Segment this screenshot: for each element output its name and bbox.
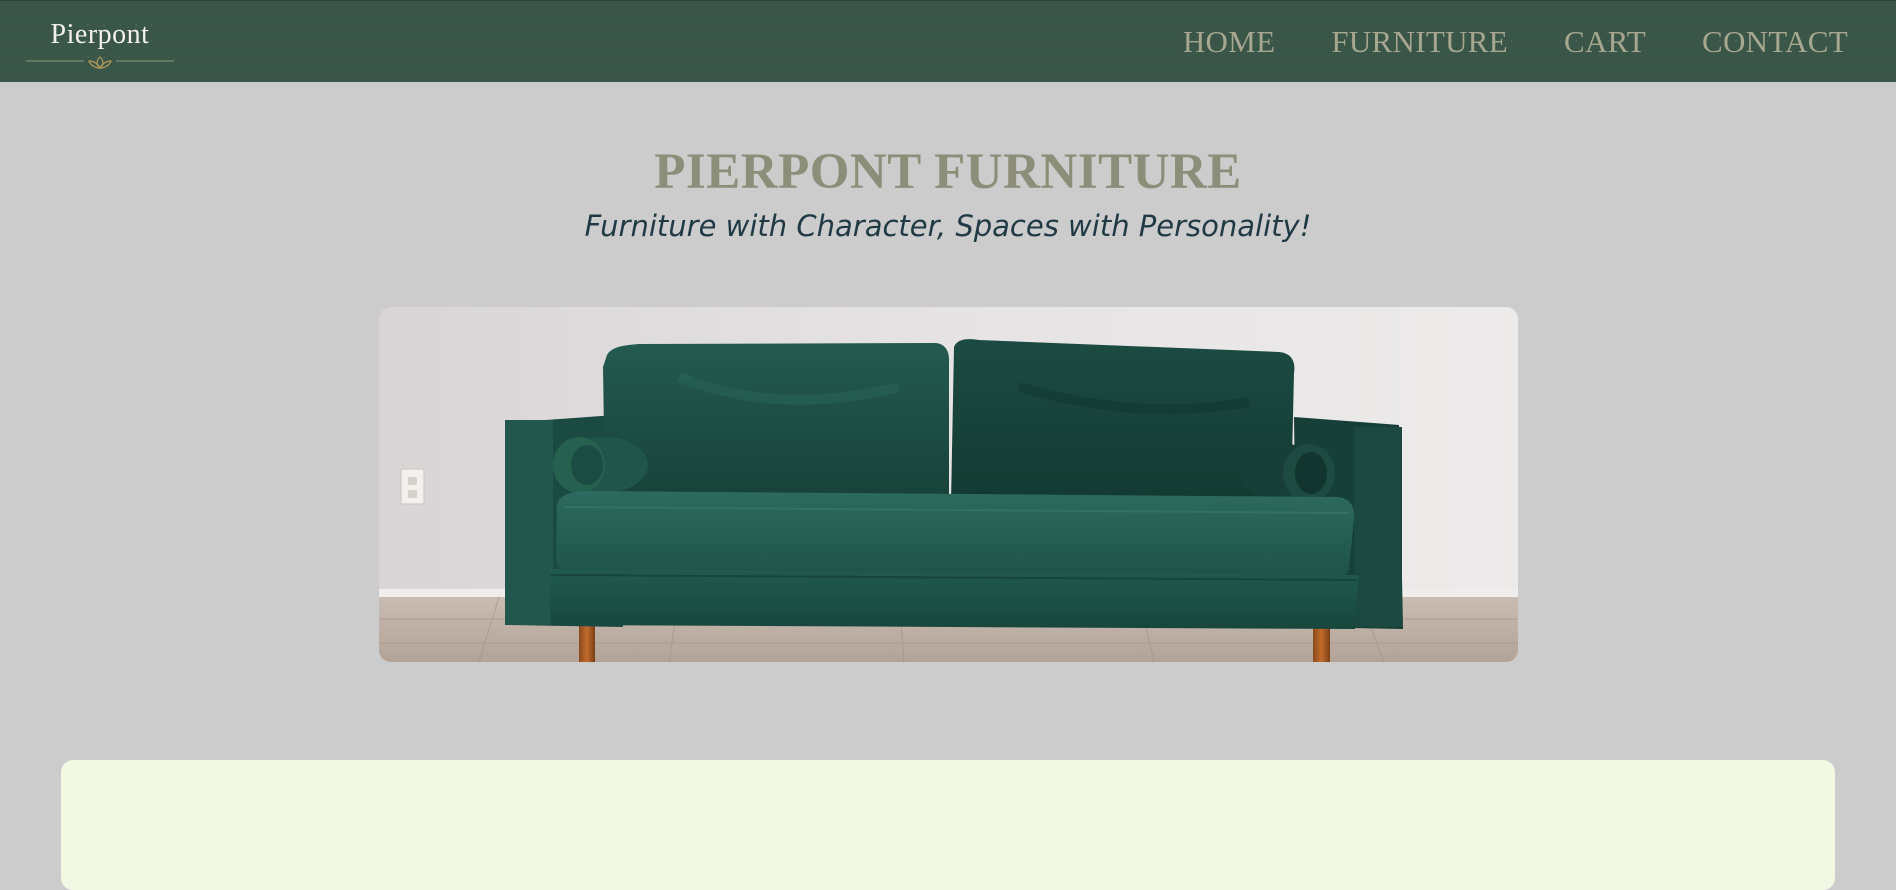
logo-text: Pierpont <box>50 19 150 50</box>
nav-contact-link[interactable]: CONTACT <box>1702 21 1848 63</box>
main-nav: HOME FURNITURE CART CONTACT <box>1183 21 1848 63</box>
lotus-ornament-icon <box>26 56 174 69</box>
sofa-illustration <box>379 307 1518 662</box>
nav-furniture-link[interactable]: FURNITURE <box>1331 21 1508 63</box>
hero-tagline: Furniture with Character, Spaces with Pe… <box>584 209 1312 243</box>
hero-sofa-image <box>379 307 1518 662</box>
content-card <box>61 760 1835 890</box>
hero-title: PIERPONT FURNITURE <box>654 144 1242 200</box>
site-logo[interactable]: Pierpont <box>26 19 174 71</box>
nav-home-link[interactable]: HOME <box>1183 21 1275 63</box>
nav-cart-link[interactable]: CART <box>1564 21 1646 63</box>
site-header: Pierpont HOME FURNITURE CART CONTACT <box>0 0 1896 82</box>
wall-outlet-icon <box>400 468 425 505</box>
